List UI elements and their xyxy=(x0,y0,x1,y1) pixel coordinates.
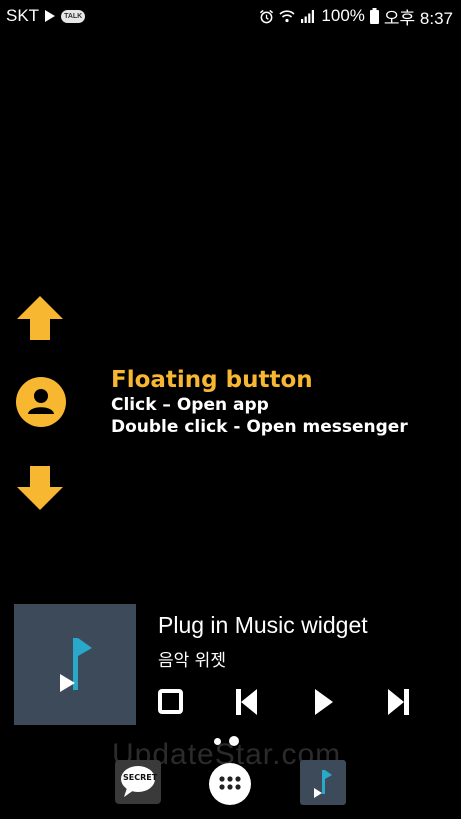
apps-icon[interactable] xyxy=(208,762,252,806)
floating-title: Floating button xyxy=(111,367,313,393)
alarm-icon xyxy=(260,9,274,23)
secret-app[interactable]: SECRET xyxy=(115,760,161,808)
play-store-icon xyxy=(45,10,56,22)
page-dot xyxy=(214,737,221,745)
previous-button[interactable] xyxy=(233,685,261,719)
talk-icon: TALK xyxy=(61,9,86,23)
battery-percent: 100% xyxy=(321,6,365,25)
carrier-label: SKT xyxy=(6,6,40,25)
arrow-down-icon[interactable] xyxy=(17,466,63,510)
battery-icon xyxy=(369,8,379,24)
hint-double-click: Double click - Open messenger xyxy=(111,417,408,437)
floating-button-icon[interactable] xyxy=(15,376,67,428)
widget-title: Plug in Music widget xyxy=(158,612,368,638)
album-art[interactable] xyxy=(14,604,136,725)
page-indicator[interactable] xyxy=(214,736,239,746)
widget-subtitle: 음악 위젯 xyxy=(158,651,226,671)
signal-icon xyxy=(301,10,315,23)
status-bar: SKT TALK 100% 오후 8:37 xyxy=(0,0,461,32)
next-button[interactable] xyxy=(385,685,413,719)
wifi-icon xyxy=(279,9,295,22)
secret-label: SECRET xyxy=(123,773,158,782)
page-dot-active xyxy=(229,736,239,746)
arrow-up-icon[interactable] xyxy=(17,296,63,340)
secret-chat-icon xyxy=(115,760,161,804)
play-button[interactable] xyxy=(310,685,338,719)
floating-hint: Floating button Click – Open app Double … xyxy=(111,366,408,438)
clock: 오후 8:37 xyxy=(383,8,453,28)
hint-click: Click – Open app xyxy=(111,395,269,415)
music-note-icon xyxy=(60,638,92,692)
music-app-icon[interactable] xyxy=(300,760,346,805)
stop-button[interactable] xyxy=(157,685,185,719)
